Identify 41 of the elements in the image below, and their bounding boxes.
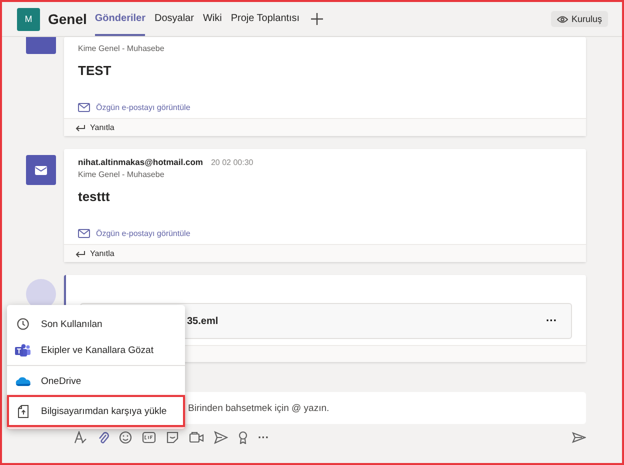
file-upload-icon [18, 404, 28, 418]
menu-item[interactable]: Ekipler ve Kanallara Gözat [7, 337, 185, 363]
clock-icon [17, 318, 29, 330]
paperclip-icon[interactable] [97, 431, 109, 444]
team-avatar: M [17, 8, 40, 30]
more-options-button[interactable]: ··· [258, 432, 269, 444]
view-original-email-link[interactable]: Özgün e-postayı görüntüle [78, 229, 572, 238]
emoji-icon[interactable] [119, 431, 132, 444]
envelope-icon [35, 166, 47, 174]
message-time: 20 02 00:30 [210, 158, 254, 167]
sender-name: nihat.altinmakas@hotmail.com [78, 157, 203, 167]
reply-arrow-icon [75, 124, 85, 132]
add-tab-icon[interactable] [310, 13, 323, 25]
gif-icon[interactable] [142, 431, 156, 444]
recipient-line: Kime Genel - Muhasebe [78, 44, 166, 53]
teams-icon [15, 344, 31, 356]
menu-item[interactable]: OneDrive [7, 368, 185, 394]
format-icon[interactable] [74, 431, 87, 444]
file-name: 35.eml [187, 316, 218, 326]
envelope-icon [78, 103, 90, 112]
channel-name: Genel [48, 11, 87, 27]
sticker-icon[interactable] [166, 431, 179, 444]
channel-tab[interactable]: Wiki [202, 2, 222, 36]
video-camera-icon[interactable] [189, 431, 204, 444]
channel-tab[interactable]: Proje Toplantısı [230, 2, 300, 36]
reply-button[interactable]: Yanıtla [64, 244, 586, 262]
reply-arrow-icon [75, 250, 85, 258]
reply-button[interactable]: Yanıtla [64, 118, 586, 136]
send-icon[interactable] [572, 432, 586, 443]
badge-icon[interactable] [238, 431, 248, 444]
more-options-button[interactable]: ··· [546, 315, 557, 327]
channel-tab[interactable]: Dosyalar [154, 2, 194, 36]
envelope-icon [78, 229, 90, 238]
send-arrow-icon[interactable] [214, 431, 228, 444]
recipient-line: Kime Genel - Muhasebe [78, 170, 166, 179]
organization-button[interactable]: Kuruluş [551, 11, 608, 27]
eye-icon [557, 16, 568, 22]
message-body: TEST [78, 63, 112, 78]
message-body: testtt [78, 189, 111, 204]
cloud-icon [15, 376, 31, 386]
view-original-email-link[interactable]: Özgün e-postayı görüntüle [78, 103, 572, 112]
